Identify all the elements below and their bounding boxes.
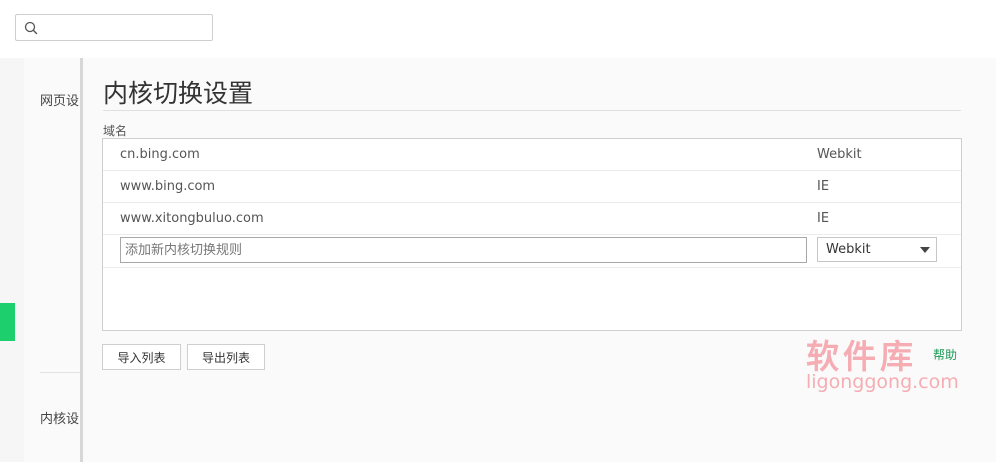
section-label-web-settings: 网页设 <box>40 94 80 109</box>
watermark-url: ligonggong.com <box>806 371 959 393</box>
title-divider <box>103 110 961 111</box>
kernel-switch-dialog: 内核切换设置 域名 cn.bing.com Webkit www.bing.co… <box>80 58 996 462</box>
domain-column-label: 域名 <box>103 124 128 138</box>
help-link[interactable]: 帮助 <box>933 346 957 363</box>
top-bar <box>0 0 996 59</box>
rule-engine: IE <box>817 211 830 226</box>
dialog-title: 内核切换设置 <box>103 79 254 108</box>
rule-engine: Webkit <box>817 147 862 162</box>
rule-domain: cn.bing.com <box>120 147 200 162</box>
import-list-button[interactable]: 导入列表 <box>102 344 181 370</box>
search-box[interactable] <box>15 14 213 41</box>
add-rule-row: Webkit <box>103 235 961 268</box>
rule-row[interactable]: www.xitongbuluo.com IE <box>103 203 961 235</box>
new-rule-domain-input[interactable] <box>120 237 807 263</box>
export-list-button[interactable]: 导出列表 <box>187 344 265 370</box>
chevron-down-icon <box>920 247 930 253</box>
new-rule-engine-select[interactable]: Webkit <box>817 237 937 262</box>
search-input[interactable] <box>42 17 212 40</box>
rule-row[interactable]: cn.bing.com Webkit <box>103 139 961 171</box>
rule-domain: www.xitongbuluo.com <box>120 211 264 226</box>
section-divider <box>40 372 80 373</box>
engine-select-value: Webkit <box>826 242 871 257</box>
active-section-indicator <box>0 303 15 341</box>
rules-table: cn.bing.com Webkit www.bing.com IE www.x… <box>102 138 962 331</box>
rule-domain: www.bing.com <box>120 179 216 194</box>
rule-row[interactable]: www.bing.com IE <box>103 171 961 203</box>
search-icon <box>24 21 38 35</box>
rule-engine: IE <box>817 179 830 194</box>
settings-content-strip <box>24 58 80 462</box>
section-label-kernel-settings: 内核设 <box>40 412 80 427</box>
